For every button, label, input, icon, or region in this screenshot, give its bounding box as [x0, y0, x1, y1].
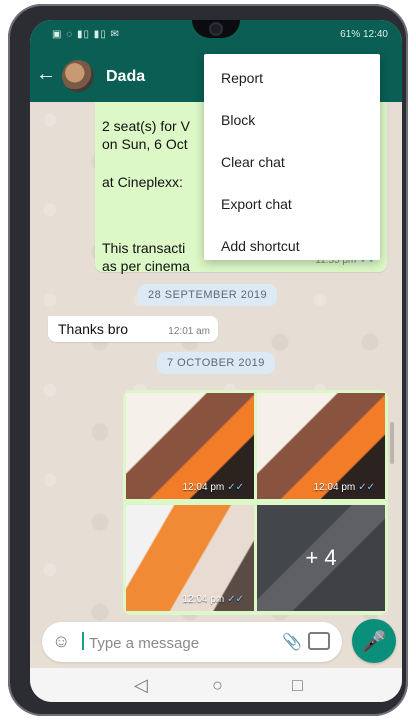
- menu-item-block[interactable]: Block: [221, 112, 255, 128]
- media-album[interactable]: 12:04 pm ✓✓ 12:04 pm ✓✓ 12:04 pm ✓✓ + 4: [123, 390, 388, 615]
- message-composer[interactable]: ☺ 📎: [42, 622, 342, 662]
- overflow-menu: Report Block Clear chat Export chat Add …: [204, 54, 380, 260]
- media-time-1: 12:04 pm ✓✓: [183, 482, 244, 493]
- status-right-info: 61% 12:40: [340, 29, 388, 40]
- nav-back-icon[interactable]: ◁: [134, 675, 148, 696]
- chat-scrollbar[interactable]: [390, 422, 394, 464]
- media-time-text-2: 12:04 pm: [313, 482, 356, 493]
- text-cursor: [82, 632, 84, 650]
- menu-item-clear-chat[interactable]: Clear chat: [221, 154, 285, 170]
- media-thumbnail-2[interactable]: 12:04 pm ✓✓: [257, 393, 385, 499]
- status-left-icons: ▣ ◌ ▮▯ ▮▯ ✉: [52, 29, 120, 40]
- media-time-2: 12:04 pm ✓✓: [314, 482, 375, 493]
- date-chip-october: 7 OCTOBER 2019: [157, 352, 275, 374]
- media-thumbnail-1[interactable]: 12:04 pm ✓✓: [126, 393, 254, 499]
- media-thumbnail-3[interactable]: 12:04 pm ✓✓: [126, 505, 254, 611]
- incoming-message-text: Thanks bro: [58, 321, 129, 337]
- front-camera: [211, 24, 221, 34]
- menu-item-export-chat[interactable]: Export chat: [221, 196, 292, 212]
- more-media-count: + 4: [305, 545, 337, 570]
- emoji-icon[interactable]: ☺: [52, 631, 70, 652]
- back-arrow-icon[interactable]: ←: [36, 64, 56, 84]
- microphone-icon: 🎤: [361, 630, 387, 653]
- microphone-button[interactable]: 🎤: [352, 619, 396, 663]
- double-check-icon: ✓✓: [227, 482, 244, 493]
- double-check-icon: ✓✓: [358, 482, 375, 493]
- whatsapp-screen: ▣ ◌ ▮▯ ▮▯ ✉ 61% 12:40 ← Dada 2 seat(s) f…: [30, 20, 402, 702]
- nav-recents-icon[interactable]: □: [292, 675, 303, 696]
- incoming-message-bubble[interactable]: Thanks bro 12:01 am: [48, 316, 218, 342]
- date-chip-september: 28 SEPTEMBER 2019: [138, 284, 278, 306]
- media-time-text-3: 12:04 pm: [182, 594, 225, 605]
- media-thumbnail-more[interactable]: + 4: [257, 505, 385, 611]
- camera-icon[interactable]: [308, 632, 330, 650]
- message-input[interactable]: [87, 630, 261, 656]
- nav-home-icon[interactable]: ○: [212, 675, 223, 696]
- paperclip-icon[interactable]: 📎: [282, 632, 302, 652]
- contact-avatar[interactable]: [62, 60, 94, 92]
- media-time-text-1: 12:04 pm: [182, 482, 225, 493]
- menu-item-report[interactable]: Report: [221, 70, 263, 86]
- phone-frame: ▣ ◌ ▮▯ ▮▯ ✉ 61% 12:40 ← Dada 2 seat(s) f…: [8, 4, 408, 716]
- menu-item-add-shortcut[interactable]: Add shortcut: [221, 238, 300, 254]
- contact-name[interactable]: Dada: [106, 68, 145, 86]
- android-navigation-bar: ◁ ○ □: [30, 668, 402, 702]
- double-check-icon: ✓✓: [227, 594, 244, 605]
- incoming-message-time: 12:01 am: [168, 326, 210, 337]
- media-time-3: 12:04 pm ✓✓: [183, 594, 244, 605]
